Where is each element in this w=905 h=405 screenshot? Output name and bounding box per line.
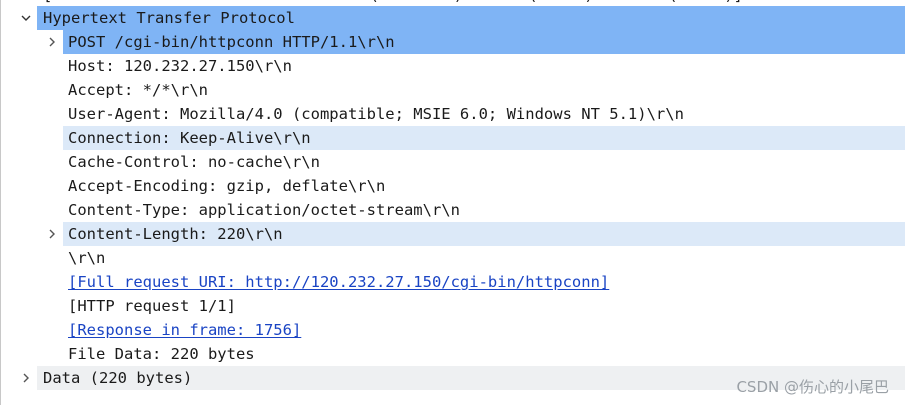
http-field-row[interactable]: \r\n bbox=[1, 246, 905, 270]
field-label: Accept: */*\r\n bbox=[68, 81, 208, 99]
http-field-row[interactable]: Host: 120.232.27.150\r\n bbox=[1, 54, 905, 78]
http-field-row[interactable]: User-Agent: Mozilla/4.0 (compatible; MSI… bbox=[1, 102, 905, 126]
http-field-row[interactable]: [HTTP request 1/1] bbox=[1, 294, 905, 318]
field-label: POST /cgi-bin/httpconn HTTP/1.1\r\n bbox=[68, 33, 395, 51]
http-field-row[interactable]: POST /cgi-bin/httpconn HTTP/1.1\r\n bbox=[1, 30, 905, 54]
http-field-row[interactable]: Content-Length: 220\r\n bbox=[1, 222, 905, 246]
field-label: File Data: 220 bytes bbox=[68, 345, 255, 363]
http-field-row[interactable]: [Full request URI: http://120.232.27.150… bbox=[1, 270, 905, 294]
tree-node-label: Data (220 bytes) bbox=[43, 369, 193, 387]
field-label: User-Agent: Mozilla/4.0 (compatible; MSI… bbox=[68, 105, 684, 123]
field-label: Connection: Keep-Alive\r\n bbox=[68, 129, 311, 147]
packet-details-tree: [ ( ) ( ) ( )] Hypertext Transfer Protoc… bbox=[0, 0, 905, 405]
http-field-row[interactable]: File Data: 220 bytes bbox=[1, 342, 905, 366]
http-field-row[interactable]: Accept: */*\r\n bbox=[1, 78, 905, 102]
http-field-row[interactable]: Cache-Control: no-cache\r\n bbox=[1, 150, 905, 174]
field-label: Host: 120.232.27.150\r\n bbox=[68, 57, 292, 75]
tree-node-label: Hypertext Transfer Protocol bbox=[43, 9, 295, 27]
http-field-row[interactable]: Connection: Keep-Alive\r\n bbox=[1, 126, 905, 150]
chevron-right-icon[interactable] bbox=[45, 30, 59, 54]
field-label: [HTTP request 1/1] bbox=[68, 297, 236, 315]
field-label: Cache-Control: no-cache\r\n bbox=[68, 153, 320, 171]
http-field-row[interactable]: Accept-Encoding: gzip, deflate\r\n bbox=[1, 174, 905, 198]
field-label: Content-Type: application/octet-stream\r… bbox=[68, 201, 460, 219]
watermark-text: CSDN @伤心的小尾巴 bbox=[736, 378, 889, 396]
http-field-row[interactable]: [Response in frame: 1756] bbox=[1, 318, 905, 342]
chevron-right-icon[interactable] bbox=[19, 366, 33, 390]
chevron-down-icon[interactable] bbox=[19, 6, 33, 30]
field-link[interactable]: [Full request URI: http://120.232.27.150… bbox=[68, 270, 609, 294]
chevron-right-icon[interactable] bbox=[45, 222, 59, 246]
http-field-row[interactable]: Content-Type: application/octet-stream\r… bbox=[1, 198, 905, 222]
field-label: \r\n bbox=[68, 249, 106, 267]
field-label: Content-Length: 220\r\n bbox=[68, 225, 283, 243]
field-link[interactable]: [Response in frame: 1756] bbox=[68, 318, 301, 342]
tree-node-http[interactable]: Hypertext Transfer Protocol bbox=[1, 6, 905, 30]
field-label: Accept-Encoding: gzip, deflate\r\n bbox=[68, 177, 386, 195]
